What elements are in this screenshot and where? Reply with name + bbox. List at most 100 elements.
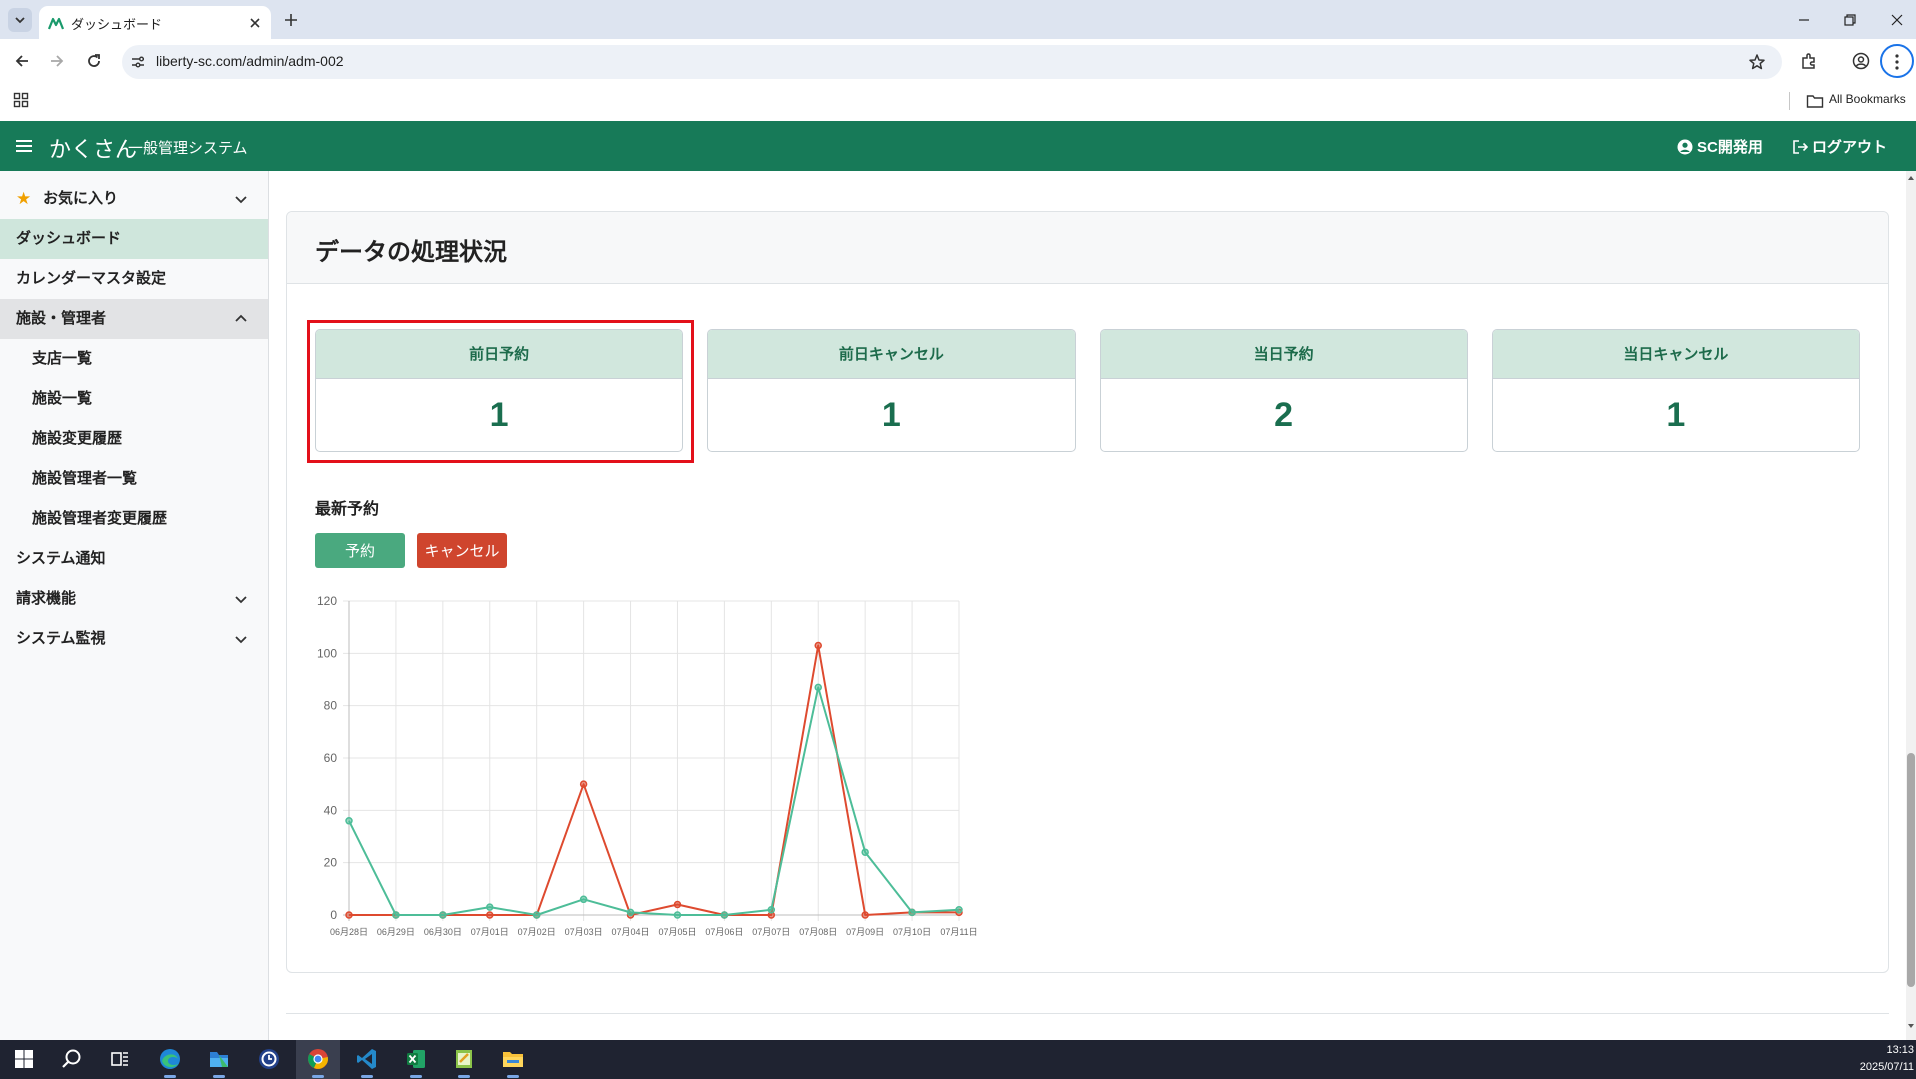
tab-search-button[interactable]	[8, 8, 32, 32]
profile-icon[interactable]	[1852, 52, 1870, 70]
sidebar-subitem-facility-manager-list[interactable]: 施設管理者一覧	[0, 459, 268, 499]
back-arrow-icon[interactable]	[13, 52, 31, 70]
y-tick-label: 20	[324, 856, 338, 870]
close-tab-icon[interactable]	[248, 16, 262, 30]
cancellation-data-point	[814, 641, 822, 650]
sidebar-item-label: 請求機能	[16, 590, 77, 607]
main-content: データの処理状況 前日予約 1 前日キャンセル 1 当日予約 2 当日キャンセル…	[269, 171, 1906, 1040]
logout-icon	[1793, 139, 1808, 154]
x-tick-label: 07月10日	[893, 927, 931, 937]
sidebar-subitem-facility-manager-history[interactable]: 施設管理者変更履歴	[0, 499, 268, 539]
app-brand[interactable]: かくさん	[49, 132, 137, 164]
card-header: データの処理状況	[287, 212, 1888, 284]
sidebar-subitem-branch-list[interactable]: 支店一覧	[0, 339, 268, 379]
hamburger-menu-icon[interactable]	[15, 138, 33, 154]
taskbar-clock-app[interactable]	[247, 1040, 291, 1079]
sidebar-item-label: システム通知	[16, 550, 106, 567]
legend-reservation-button[interactable]: 予約	[315, 533, 405, 568]
taskbar-file-explorer[interactable]	[491, 1040, 535, 1079]
reservation-data-point	[579, 895, 588, 904]
chevron-down-icon	[15, 17, 25, 24]
sidebar-item-favorites[interactable]: ★ お気に入り	[0, 179, 268, 219]
x-tick-label: 07月08日	[799, 927, 837, 937]
page-scrollbar[interactable]	[1906, 171, 1916, 1040]
bookmarks-divider	[1789, 92, 1790, 110]
taskbar-files-app[interactable]	[197, 1040, 241, 1079]
star-icon: ★	[16, 189, 32, 208]
running-indicator	[507, 1075, 519, 1078]
task-view-icon	[111, 1052, 128, 1066]
sidebar-item-facilities-managers[interactable]: 施設・管理者	[0, 299, 268, 339]
x-tick-label: 07月01日	[471, 927, 509, 937]
y-tick-label: 0	[330, 908, 337, 922]
cancellation-series-line	[349, 644, 959, 916]
minimize-icon[interactable]	[1796, 12, 1812, 28]
task-view-button[interactable]	[98, 1040, 142, 1079]
taskbar-chrome[interactable]	[296, 1040, 340, 1079]
reservation-data-point	[486, 903, 494, 911]
all-bookmarks-link[interactable]: All Bookmarks	[1829, 92, 1906, 106]
taskbar-clock[interactable]: 13:13 2025/07/11	[1860, 1042, 1914, 1076]
x-tick-label: 07月09日	[846, 927, 884, 937]
sidebar-item-dashboard[interactable]: ダッシュボード	[0, 219, 268, 259]
sidebar-item-label: 施設・管理者	[16, 310, 107, 327]
apps-grid-icon[interactable]	[13, 92, 29, 108]
start-button[interactable]	[2, 1040, 46, 1079]
user-menu[interactable]: SC開発用	[1677, 136, 1763, 157]
reservation-data-point	[626, 908, 635, 917]
forward-arrow-icon[interactable]	[48, 52, 66, 70]
taskbar-edge[interactable]	[148, 1040, 192, 1079]
sidebar-item-billing[interactable]: 請求機能	[0, 579, 268, 619]
close-window-icon[interactable]	[1889, 12, 1905, 28]
taskbar-search-button[interactable]	[50, 1040, 94, 1079]
sidebar-item-system-monitoring[interactable]: システム監視	[0, 619, 268, 659]
sidebar: ★ お気に入り ダッシュボード カレンダーマスタ設定 施設・管理者 支店一覧 施…	[0, 171, 269, 1040]
scroll-up-arrow-icon[interactable]	[1907, 175, 1915, 181]
x-tick-label: 06月28日	[330, 927, 368, 937]
restore-icon[interactable]	[1842, 12, 1858, 28]
reservation-data-point	[814, 683, 822, 692]
taskbar-notepad[interactable]	[442, 1040, 486, 1079]
windows-start-icon	[15, 1050, 33, 1068]
extensions-icon[interactable]	[1800, 52, 1818, 70]
folder-icon[interactable]	[1806, 93, 1824, 109]
browser-tab-strip: ダッシュボード	[0, 0, 1916, 39]
running-indicator	[164, 1075, 176, 1078]
chevron-down-icon	[235, 636, 247, 644]
x-tick-label: 07月07日	[752, 927, 790, 937]
site-info-icon[interactable]	[130, 54, 146, 70]
sidebar-item-label: 施設変更履歴	[32, 430, 123, 447]
browser-menu-button[interactable]	[1880, 44, 1914, 78]
reservation-data-point	[908, 908, 916, 917]
sidebar-item-label: ダッシュボード	[16, 230, 122, 247]
scroll-down-arrow-icon[interactable]	[1907, 1023, 1915, 1029]
running-indicator	[312, 1075, 324, 1078]
sidebar-subitem-facility-history[interactable]: 施設変更履歴	[0, 419, 268, 459]
y-tick-label: 120	[317, 594, 337, 608]
stat-label: 前日予約	[316, 330, 683, 379]
stat-label: 前日キャンセル	[708, 330, 1075, 379]
taskbar-excel[interactable]	[394, 1040, 438, 1079]
y-tick-label: 80	[324, 699, 338, 713]
taskbar-vscode[interactable]	[345, 1040, 389, 1079]
reservation-data-point	[720, 911, 729, 919]
address-bar[interactable]: liberty-sc.com/admin/adm-002	[122, 45, 1782, 79]
more-vertical-icon	[1895, 54, 1899, 70]
files-app-icon	[210, 1052, 228, 1067]
scrollbar-thumb[interactable]	[1907, 753, 1915, 987]
stat-card-prev-day-reservations: 前日予約 1	[315, 329, 684, 452]
new-tab-icon[interactable]	[283, 12, 299, 28]
stat-label: 当日キャンセル	[1492, 330, 1859, 379]
cancellation-data-point	[673, 900, 682, 909]
url-text[interactable]: liberty-sc.com/admin/adm-002	[156, 53, 344, 69]
bookmark-star-icon[interactable]	[1748, 53, 1766, 71]
sidebar-item-calendar-master[interactable]: カレンダーマスタ設定	[0, 259, 268, 299]
logout-button[interactable]: ログアウト	[1792, 136, 1887, 157]
reload-icon[interactable]	[85, 52, 103, 70]
legend-cancellation-button[interactable]: キャンセル	[417, 533, 507, 568]
file-explorer-icon	[503, 1052, 523, 1067]
browser-tab-active[interactable]: ダッシュボード	[39, 6, 271, 39]
x-tick-label: 07月04日	[612, 927, 650, 937]
sidebar-item-system-notifications[interactable]: システム通知	[0, 539, 268, 579]
sidebar-subitem-facility-list[interactable]: 施設一覧	[0, 379, 268, 419]
